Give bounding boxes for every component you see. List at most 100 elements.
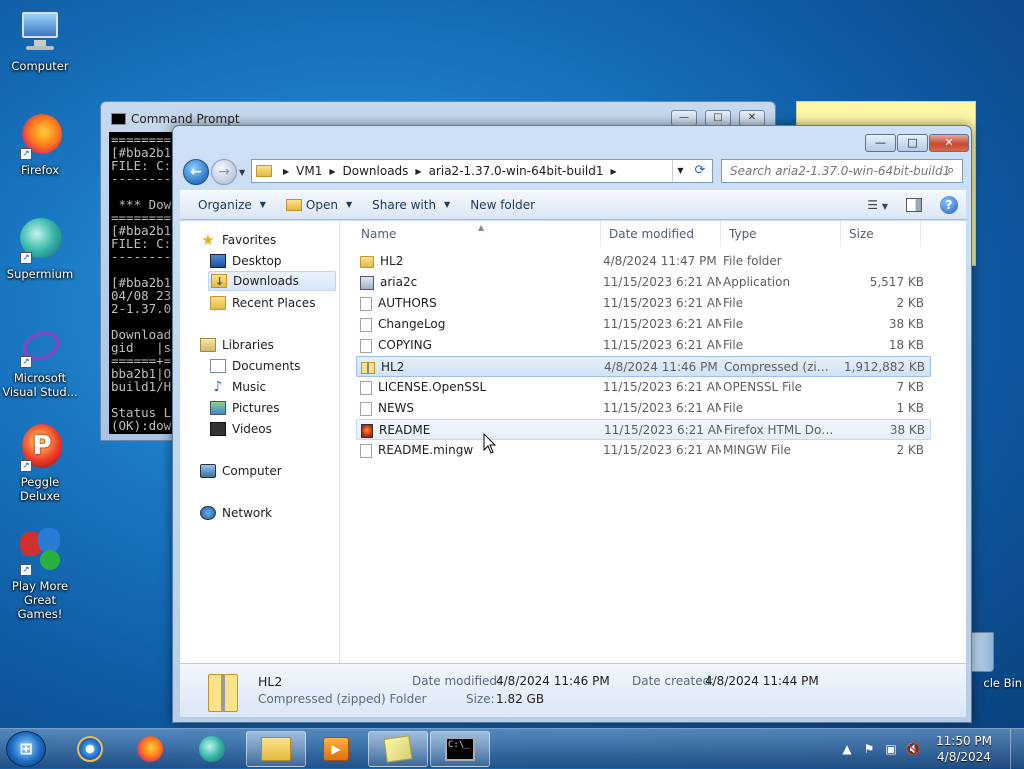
recent-pages-dropdown[interactable]: ▼ <box>239 168 245 177</box>
nav-downloads[interactable]: Downloads <box>208 271 336 292</box>
file-icon <box>360 338 372 353</box>
view-options-button[interactable]: ☰ ▼ <box>867 198 888 212</box>
explorer-window[interactable]: — □ ✕ ← → ▼ ▶ VM1 ▶ Downloads ▶ aria2-1.… <box>172 125 972 723</box>
file-row[interactable]: AUTHORS 11/15/2023 6:21 AM File 2 KB <box>356 293 931 314</box>
desktop-icon-supermium[interactable]: ↗ Supermium <box>0 216 80 281</box>
file-size: 38 KB <box>889 423 925 437</box>
file-row[interactable]: aria2c 11/15/2023 6:21 AM Application 5,517… <box>356 272 931 293</box>
taskbar-supermium[interactable] <box>182 731 242 767</box>
nav-documents[interactable]: Documents <box>210 356 300 376</box>
close-button[interactable]: ✕ <box>739 110 765 126</box>
file-row[interactable]: HL2 4/8/2024 11:46 PM Compressed (zipp... 1… <box>356 356 931 377</box>
show-desktop-button[interactable] <box>1010 729 1024 769</box>
taskbar-sticky-notes[interactable] <box>368 731 428 767</box>
file-row[interactable]: README 11/15/2023 6:21 AM Firefox HTML Doc… <box>356 419 931 440</box>
taskbar-firefox[interactable] <box>120 731 180 767</box>
column-header-type[interactable]: Type <box>721 221 841 247</box>
forward-button[interactable]: → <box>211 159 237 185</box>
nav-videos[interactable]: Videos <box>210 419 272 439</box>
sticky-notes-icon <box>383 735 413 763</box>
network-status-icon[interactable]: ▣ <box>883 742 899 756</box>
desktop-icon-computer[interactable]: Computer <box>0 8 80 73</box>
chevron-right-icon[interactable]: ▶ <box>415 167 421 176</box>
start-button[interactable]: ⊞ <box>6 731 46 767</box>
file-type: OPENSSL File <box>723 380 803 394</box>
media-player-icon: ▶ <box>323 737 349 761</box>
taskbar-media-player[interactable]: ▶ <box>306 731 366 767</box>
desktop-icon-label: Computer <box>11 59 69 73</box>
nav-desktop[interactable]: Desktop <box>210 251 282 271</box>
file-row[interactable]: ChangeLog 11/15/2023 6:21 AM File 38 KB <box>356 314 931 335</box>
share-with-button[interactable]: Share with ▼ <box>362 193 460 217</box>
column-header-date[interactable]: Date modified <box>601 221 721 247</box>
file-list[interactable]: Name ▲ Date modified Type Size HL2 4/8/20… <box>341 221 966 663</box>
clock[interactable]: 11:50 PM 4/8/2024 <box>924 733 1004 765</box>
breadcrumb-vm1[interactable]: VM1 <box>296 164 322 178</box>
system-tray: ▲ ⚑ ▣ 🔇 11:50 PM 4/8/2024 <box>836 729 1024 769</box>
minimize-button[interactable]: — <box>671 110 697 126</box>
desktop-icon-play-more-games[interactable]: ↗ Play More Great Games! <box>0 528 80 621</box>
nav-recent-places[interactable]: Recent Places <box>210 293 315 313</box>
file-row[interactable]: README.mingw 11/15/2023 6:21 AM MINGW File… <box>356 440 931 461</box>
search-icon[interactable]: ⌕ <box>947 159 963 183</box>
file-name-cell: aria2c <box>360 272 610 293</box>
file-icon <box>360 296 372 311</box>
desktop-icon-visual-studio[interactable]: ↗ Microsoft Visual Stud... <box>0 326 80 399</box>
file-size: 2 KB <box>896 296 924 310</box>
taskbar-internet-explorer[interactable] <box>60 731 120 767</box>
nav-music[interactable]: ♪ Music <box>210 377 267 397</box>
action-center-flag-icon[interactable]: ⚑ <box>861 742 877 756</box>
refresh-button[interactable]: ⟳ <box>689 160 711 182</box>
desktop-icon-peggle[interactable]: P ↗ Peggle Deluxe <box>0 424 80 503</box>
nav-favorites[interactable]: ★ Favorites <box>200 230 276 250</box>
nav-libraries[interactable]: Libraries <box>200 335 274 355</box>
breadcrumb-downloads[interactable]: Downloads <box>343 164 409 178</box>
taskbar-command-prompt[interactable]: C:\_ <box>430 731 490 767</box>
close-button[interactable]: ✕ <box>929 134 969 152</box>
file-name: HL2 <box>380 254 404 268</box>
desktop-icon-firefox[interactable]: ↗ Firefox <box>0 112 80 177</box>
chevron-right-icon[interactable]: ▶ <box>611 167 617 176</box>
file-name: HL2 <box>381 360 405 374</box>
file-type: File folder <box>723 254 782 268</box>
nav-pictures[interactable]: Pictures <box>210 398 280 418</box>
console-icon <box>111 113 126 125</box>
taskbar-explorer[interactable] <box>246 731 306 767</box>
open-button[interactable]: Open ▼ <box>276 193 362 217</box>
search-input[interactable]: Search aria2-1.37.0-win-64bit-build1 <box>721 159 963 183</box>
back-button[interactable]: ← <box>183 159 209 185</box>
file-name-cell: ChangeLog <box>360 314 610 335</box>
chevron-right-icon[interactable]: ▶ <box>329 167 335 176</box>
file-row[interactable]: COPYING 11/15/2023 6:21 AM File 18 KB <box>356 335 931 356</box>
nav-computer[interactable]: Computer <box>200 461 282 481</box>
column-header-size[interactable]: Size <box>841 221 921 247</box>
column-header-name[interactable]: Name ▲ <box>353 221 601 247</box>
file-date: 11/15/2023 6:21 AM <box>603 275 721 289</box>
organize-button[interactable]: Organize ▼ <box>188 193 276 217</box>
help-icon[interactable]: ? <box>940 196 958 214</box>
file-icon <box>360 317 372 332</box>
address-dropdown[interactable]: ▼ <box>672 160 688 182</box>
computer-icon <box>200 464 216 478</box>
navigation-pane[interactable]: ★ Favorites Desktop Downloads Recent Plac… <box>180 221 340 663</box>
desktop-icon-label: Play More Great Games! <box>11 579 69 621</box>
maximize-button[interactable]: □ <box>897 134 928 152</box>
maximize-button[interactable]: □ <box>705 110 731 126</box>
firefox-icon <box>137 736 163 762</box>
file-row[interactable]: LICENSE.OpenSSL 11/15/2023 6:21 AM OPENSSL… <box>356 377 931 398</box>
taskbar: ⊞ ▶ C:\_ ▲ ⚑ ▣ 🔇 11:50 PM 4/8/2024 <box>0 728 1024 769</box>
address-bar[interactable]: ▶ VM1 ▶ Downloads ▶ aria2-1.37.0-win-64b… <box>251 159 713 183</box>
desktop-icon-label: Microsoft Visual Stud... <box>2 371 78 399</box>
new-folder-button[interactable]: New folder <box>460 193 545 217</box>
back-arrow-icon: ← <box>190 164 202 180</box>
file-row[interactable]: NEWS 11/15/2023 6:21 AM File 1 KB <box>356 398 931 419</box>
file-row[interactable]: HL2 4/8/2024 11:47 PM File folder <box>356 251 931 272</box>
nav-network[interactable]: Network <box>200 503 272 523</box>
breadcrumb-aria2[interactable]: aria2-1.37.0-win-64bit-build1 <box>429 164 604 178</box>
chevron-right-icon[interactable]: ▶ <box>283 167 289 176</box>
file-name-cell: NEWS <box>360 398 610 419</box>
preview-pane-button[interactable] <box>906 198 922 212</box>
minimize-button[interactable]: — <box>865 134 896 152</box>
show-hidden-icons-button[interactable]: ▲ <box>839 742 855 756</box>
volume-muted-icon[interactable]: 🔇 <box>905 742 921 756</box>
